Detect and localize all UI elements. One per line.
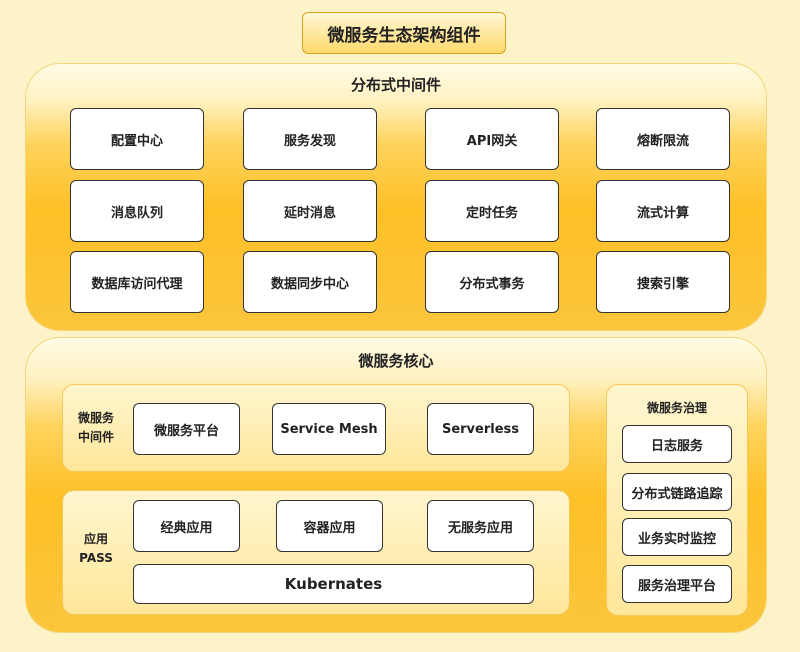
app-pass-item: 经典应用 <box>133 500 240 552</box>
diagram-title: 微服务生态架构组件 <box>302 12 506 54</box>
middleware-item: 分布式事务 <box>425 251 559 313</box>
governance-item: 业务实时监控 <box>622 518 732 556</box>
middleware-item: 延时消息 <box>243 180 377 242</box>
middleware-item: 服务发现 <box>243 108 377 170</box>
middleware-item: 流式计算 <box>596 180 730 242</box>
ms-middleware-item: 微服务平台 <box>133 403 240 455</box>
governance-title: 微服务治理 <box>646 401 707 415</box>
middleware-item: 消息队列 <box>70 180 204 242</box>
governance-item: 日志服务 <box>622 425 732 463</box>
core-panel-title: 微服务核心 <box>358 352 434 370</box>
governance-item: 分布式链路追踪 <box>622 473 732 511</box>
kubernetes-box: Kubernates <box>133 564 534 604</box>
middleware-item: 定时任务 <box>425 180 559 242</box>
ms-middleware-item: Service Mesh <box>272 403 386 455</box>
app-pass-label-line1: 应用 <box>83 532 108 546</box>
middleware-item: 熔断限流 <box>596 108 730 170</box>
app-pass-item: 容器应用 <box>276 500 383 552</box>
middleware-item: 搜索引擎 <box>596 251 730 313</box>
governance-item: 服务治理平台 <box>622 565 732 603</box>
middleware-item: 数据库访问代理 <box>70 251 204 313</box>
app-pass-label-line2: PASS <box>79 551 113 565</box>
app-pass-label: 应用 PASS <box>66 530 126 568</box>
middleware-item: 数据同步中心 <box>243 251 377 313</box>
middleware-item: API网关 <box>425 108 559 170</box>
app-pass-item: 无服务应用 <box>427 500 534 552</box>
ms-middleware-label: 微服务 中间件 <box>66 409 126 447</box>
middleware-item: 配置中心 <box>70 108 204 170</box>
ms-middleware-label-line1: 微服务 <box>77 411 114 425</box>
middleware-panel-title: 分布式中间件 <box>350 76 441 94</box>
ms-middleware-label-line2: 中间件 <box>77 430 114 444</box>
ms-middleware-item: Serverless <box>427 403 534 455</box>
